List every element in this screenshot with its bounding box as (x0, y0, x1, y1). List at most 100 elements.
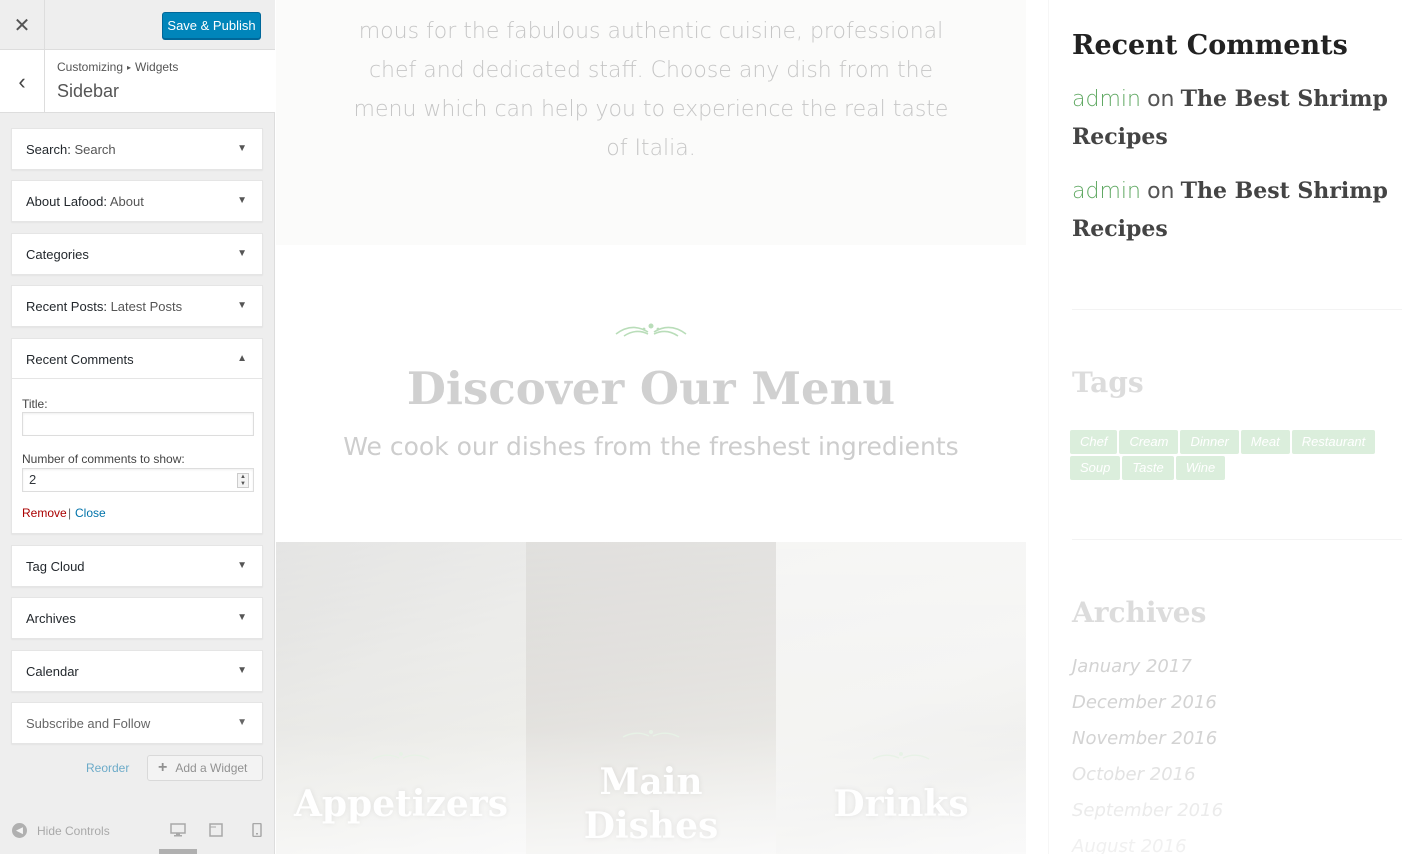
tag-link[interactable]: Taste (1122, 456, 1174, 480)
breadcrumb-separator-icon: ▸ (127, 63, 132, 72)
chevron-down-icon[interactable]: ▼ (237, 300, 247, 311)
widget-categories[interactable]: Categories ▼ (11, 233, 263, 275)
count-label: Number of comments to show: (22, 452, 185, 466)
menu-tile-drinks[interactable]: Drinks (776, 542, 1026, 854)
about-text: mous for the fabulous authentic cuisine,… (353, 19, 949, 161)
widget-header[interactable]: Tag Cloud ▼ (12, 546, 262, 586)
comment-author-link[interactable]: admin (1072, 87, 1141, 112)
count-stepper[interactable]: 2 ▲ ▼ (22, 468, 254, 492)
widget-calendar[interactable]: Calendar ▼ (11, 650, 263, 692)
widget-header[interactable]: Subscribe and Follow ▼ (12, 703, 262, 743)
widget-title: Recent Comments (26, 352, 134, 367)
breadcrumb: Customizing ▸ Widgets (57, 60, 178, 74)
tile-label: Main Dishes (583, 761, 719, 847)
widget-title: Categories (26, 247, 89, 262)
archive-link[interactable]: September 2016 (1072, 800, 1223, 821)
link-separator: | (68, 506, 72, 520)
remove-link[interactable]: Remove (22, 506, 67, 520)
reorder-link[interactable]: Reorder (86, 761, 129, 775)
archive-link[interactable]: January 2017 (1072, 656, 1192, 677)
archives-heading: Archives (1072, 596, 1207, 629)
widget-about[interactable]: About Lafood: About ▼ (11, 180, 263, 222)
chevron-up-icon[interactable]: ▲ (237, 353, 247, 364)
widget-search[interactable]: Search: Search ▼ (11, 128, 263, 170)
close-customizer-button[interactable]: ✕ (0, 0, 45, 50)
customizer-footer: ◀ Hide Controls (0, 812, 275, 854)
site-preview: mous for the fabulous authentic cuisine,… (276, 0, 1419, 854)
archive-link[interactable]: December 2016 (1072, 692, 1217, 713)
widget-subscribe-follow[interactable]: Subscribe and Follow ▼ (11, 702, 263, 744)
close-icon: ✕ (13, 14, 31, 37)
chevron-down-icon[interactable]: ▼ (237, 665, 247, 676)
archive-link[interactable]: October 2016 (1072, 764, 1196, 785)
tag-link[interactable]: Wine (1175, 456, 1226, 480)
widget-header[interactable]: Archives ▼ (12, 598, 262, 638)
widget-tag-cloud[interactable]: Tag Cloud ▼ (11, 545, 263, 587)
widget-title: About Lafood: About (26, 194, 144, 209)
chevron-down-icon[interactable]: ▼ (237, 560, 247, 571)
widget-header[interactable]: Calendar ▼ (12, 651, 262, 691)
recent-comments-heading: Recent Comments (1072, 30, 1348, 61)
widget-title: Calendar (26, 664, 79, 679)
ornament-icon (622, 730, 680, 738)
title-label: Title: (22, 397, 48, 411)
widget-title: Search: Search (26, 142, 116, 157)
divider (1072, 539, 1402, 540)
add-widget-button[interactable]: + Add a Widget (147, 755, 263, 781)
ornament-icon (615, 323, 687, 337)
count-value: 2 (29, 472, 37, 487)
widget-header[interactable]: Search: Search ▼ (12, 129, 262, 169)
title-input[interactable] (22, 412, 254, 436)
mobile-preview-icon[interactable] (249, 823, 265, 837)
archive-link[interactable]: November 2016 (1072, 728, 1217, 749)
widget-archives[interactable]: Archives ▼ (11, 597, 263, 639)
menu-heading: Discover Our Menu (406, 362, 896, 415)
tile-label: Appetizers (293, 783, 509, 825)
hide-controls-button[interactable]: Hide Controls (37, 824, 110, 838)
menu-subheading: We cook our dishes from the freshest ing… (343, 432, 959, 461)
comment-author-link[interactable]: admin (1072, 179, 1141, 204)
preview-sidebar: Recent Comments admin on The Best Shrimp… (1048, 0, 1419, 854)
widget-header[interactable]: Recent Comments ▲ (12, 339, 262, 379)
tablet-preview-icon[interactable] (208, 823, 224, 837)
spinner-icon[interactable]: ▲ ▼ (237, 473, 249, 488)
widget-title: Recent Posts: Latest Posts (26, 299, 183, 314)
archive-link[interactable]: August 2016 (1072, 836, 1187, 854)
comment-on-text: on (1147, 87, 1175, 112)
tags-heading: Tags (1072, 366, 1144, 399)
add-widget-label: Add a Widget (175, 761, 248, 775)
tag-link[interactable]: Meat (1240, 430, 1290, 454)
chevron-down-icon[interactable]: ▼ (237, 248, 247, 259)
chevron-down-icon[interactable]: ▼ (237, 717, 247, 728)
chevron-down-icon[interactable]: ▼ (237, 612, 247, 623)
tile-label: Drinks (833, 783, 969, 825)
widget-header[interactable]: Categories ▼ (12, 234, 262, 274)
customizer-sidebar: ✕ Save & Publish ‹ Customizing ▸ Widgets S… (0, 0, 275, 854)
tag-link[interactable]: Dinner (1180, 430, 1239, 454)
collapse-icon[interactable]: ◀ (12, 823, 27, 838)
tag-link[interactable]: Soup (1070, 456, 1121, 480)
save-publish-button[interactable]: Save & Publish (162, 12, 261, 39)
widget-recent-posts[interactable]: Recent Posts: Latest Posts ▼ (11, 285, 263, 327)
comment-item: admin on The Best Shrimp Recipes (1072, 172, 1392, 248)
tag-link[interactable]: Restaurant (1291, 430, 1376, 454)
about-section: mous for the fabulous authentic cuisine,… (276, 0, 1026, 245)
widget-header[interactable]: Recent Posts: Latest Posts ▼ (12, 286, 262, 326)
tag-link[interactable]: Chef (1070, 430, 1118, 454)
comment-item: admin on The Best Shrimp Recipes (1072, 80, 1392, 156)
widget-header[interactable]: About Lafood: About ▼ (12, 181, 262, 221)
menu-tile-main-dishes[interactable]: Main Dishes (526, 542, 776, 854)
chevron-down-icon[interactable]: ▼ (237, 195, 247, 206)
desktop-preview-icon[interactable] (170, 823, 186, 837)
close-link[interactable]: Close (75, 506, 106, 520)
widget-recent-comments: Recent Comments ▲ Title: Number of comme… (11, 338, 263, 534)
menu-tile-appetizers[interactable]: Appetizers (276, 542, 526, 854)
chevron-down-icon[interactable]: ▼ (237, 143, 247, 154)
widget-title: Archives (26, 611, 76, 626)
back-button[interactable]: ‹ (0, 50, 45, 113)
comment-on-text: on (1147, 179, 1175, 204)
breadcrumb-parent: Customizing (57, 60, 124, 74)
plus-icon: + (158, 759, 168, 776)
tag-link[interactable]: Cream (1119, 430, 1179, 454)
divider (1072, 309, 1402, 310)
